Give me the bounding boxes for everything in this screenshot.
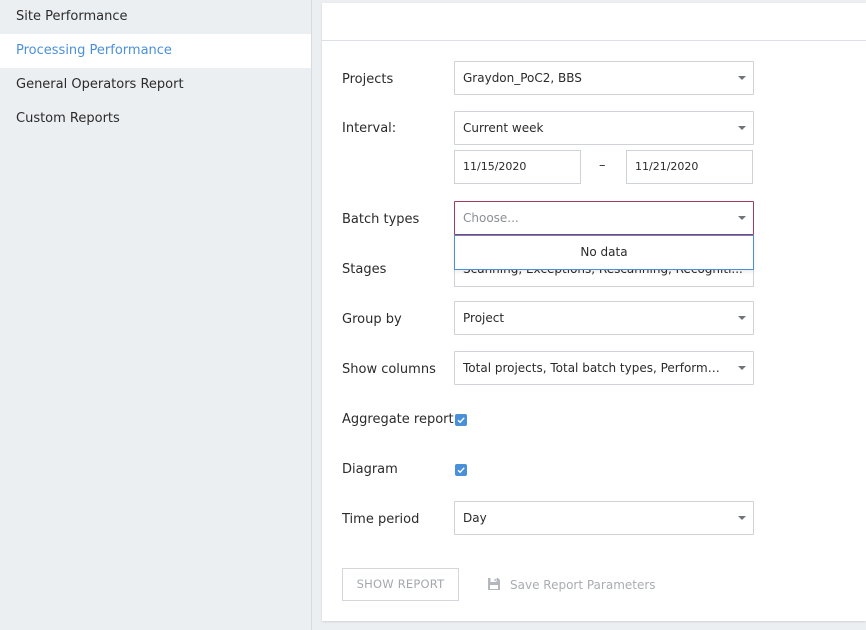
sidebar-item-custom-reports[interactable]: Custom Reports [0,102,311,136]
time-period-select[interactable]: Day [454,501,754,535]
chevron-down-icon [738,126,746,130]
date-range-separator: – [599,158,606,173]
show-columns-value: Total projects, Total batch types, Perfo… [463,361,735,375]
interval-label: Interval: [342,121,397,136]
batch-types-label: Batch types [342,212,420,227]
batch-types-select[interactable]: Choose... [454,201,754,235]
check-icon [457,417,465,424]
check-icon [457,467,465,474]
aggregate-report-label: Aggregate report [342,412,454,427]
sidebar-item-general-operators-report[interactable]: General Operators Report [0,68,311,102]
aggregate-report-checkbox[interactable] [455,414,467,426]
start-date-field[interactable]: 11/15/2020 [454,150,581,184]
interval-select[interactable]: Current week [454,111,754,145]
save-report-parameters-label: Save Report Parameters [510,578,656,592]
sidebar-divider [311,0,312,630]
chevron-down-icon [738,316,746,320]
sidebar-item-processing-performance[interactable]: Processing Performance [0,34,311,68]
chevron-down-icon [738,76,746,80]
end-date-field[interactable]: 11/21/2020 [626,150,753,184]
sidebar: Site Performance Processing Performance … [0,0,311,630]
group-by-label: Group by [342,312,402,327]
projects-label: Projects [342,72,394,87]
dropdown-empty-message: No data [580,245,628,259]
sidebar-item-site-performance[interactable]: Site Performance [0,0,311,34]
batch-types-dropdown: No data [454,235,754,270]
diagram-checkbox[interactable] [455,464,467,476]
group-by-value: Project [463,311,505,325]
group-by-select[interactable]: Project [454,301,754,335]
report-form-panel: Projects Graydon_PoC2, BBS Interval: Cur… [322,3,866,621]
interval-value: Current week [463,121,544,135]
projects-select[interactable]: Graydon_PoC2, BBS [454,61,754,95]
time-period-value: Day [463,511,487,525]
save-report-parameters-button[interactable]: Save Report Parameters [487,575,656,595]
show-columns-label: Show columns [342,362,436,377]
stages-label: Stages [342,262,387,277]
show-report-button[interactable]: SHOW REPORT [342,568,459,601]
diagram-label: Diagram [342,462,398,477]
batch-types-placeholder: Choose... [463,211,519,225]
panel-header [322,3,866,41]
projects-value: Graydon_PoC2, BBS [463,71,582,85]
chevron-down-icon [738,216,746,220]
chevron-down-icon [738,516,746,520]
time-period-label: Time period [342,512,420,527]
floppy-disk-icon [487,577,501,594]
chevron-down-icon [738,366,746,370]
show-columns-select[interactable]: Total projects, Total batch types, Perfo… [454,351,754,385]
